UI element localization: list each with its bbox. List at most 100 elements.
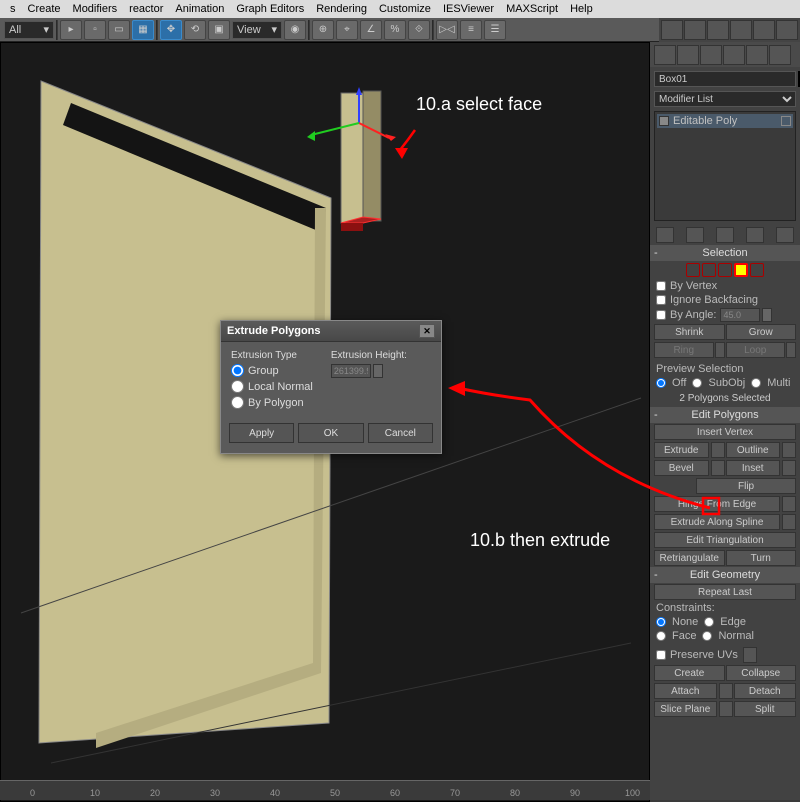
bevel-settings-icon[interactable] — [711, 460, 725, 476]
constraint-normal-radio[interactable] — [702, 631, 712, 641]
slice-settings-icon[interactable] — [719, 701, 733, 717]
ring-spinner-icon[interactable] — [715, 342, 725, 358]
menu-item[interactable]: Create — [22, 0, 67, 18]
shrink-button[interactable]: Shrink — [654, 324, 725, 340]
close-icon[interactable]: ✕ — [419, 324, 435, 338]
spinner-arrows-icon[interactable] — [762, 308, 772, 322]
constraint-none-radio[interactable] — [656, 617, 666, 627]
rotate-tool-icon[interactable]: ⟲ — [184, 20, 206, 40]
percent-snap-icon[interactable]: % — [384, 20, 406, 40]
ignore-backfacing-check[interactable] — [656, 295, 666, 305]
inset-button[interactable]: Inset — [726, 460, 781, 476]
attach-button[interactable]: Attach — [654, 683, 717, 699]
outline-settings-icon[interactable] — [782, 442, 796, 458]
collapse-button[interactable]: Collapse — [726, 665, 797, 681]
manipulate-icon[interactable]: ⊕ — [312, 20, 334, 40]
pin-stack-icon[interactable] — [656, 227, 674, 243]
motion-tab-icon[interactable] — [730, 20, 752, 40]
group-radio[interactable] — [231, 364, 244, 377]
inset-settings-icon[interactable] — [782, 460, 796, 476]
apply-button[interactable]: Apply — [229, 423, 294, 443]
mirror-icon[interactable]: ▷◁ — [436, 20, 458, 40]
select-window-icon[interactable]: ▭ — [108, 20, 130, 40]
bevel-button[interactable]: Bevel — [654, 460, 709, 476]
menu-item[interactable]: Rendering — [310, 0, 373, 18]
cancel-button[interactable]: Cancel — [368, 423, 433, 443]
edit-tri-button[interactable]: Edit Triangulation — [654, 532, 796, 548]
modifier-item[interactable]: Editable Poly — [657, 114, 793, 128]
preview-multi-radio[interactable] — [751, 378, 761, 388]
scale-tool-icon[interactable]: ▣ — [208, 20, 230, 40]
select-tool-icon[interactable]: ▸ — [60, 20, 82, 40]
angle-snap-icon[interactable]: ∠ — [360, 20, 382, 40]
grow-button[interactable]: Grow — [726, 324, 797, 340]
hinge-settings-icon[interactable] — [782, 496, 796, 512]
vertex-mode-icon[interactable] — [686, 263, 700, 277]
utilities-tab-icon[interactable] — [776, 20, 798, 40]
panel-icon[interactable] — [723, 45, 745, 65]
modify-tab-icon[interactable] — [684, 20, 706, 40]
preserve-uv-settings-icon[interactable] — [743, 647, 757, 663]
configure-icon[interactable] — [776, 227, 794, 243]
dialog-titlebar[interactable]: Extrude Polygons ✕ — [221, 321, 441, 342]
panel-icon[interactable] — [700, 45, 722, 65]
hierarchy-tab-icon[interactable] — [707, 20, 729, 40]
constraint-face-radio[interactable] — [656, 631, 666, 641]
preview-off-radio[interactable] — [656, 378, 666, 388]
spinner-snap-icon[interactable]: ⟐ — [408, 20, 430, 40]
insert-vertex-button[interactable]: Insert Vertex — [654, 424, 796, 440]
edge-mode-icon[interactable] — [702, 263, 716, 277]
move-tool-icon[interactable]: ✥ — [160, 20, 182, 40]
menu-item[interactable]: Modifiers — [67, 0, 124, 18]
menu-item[interactable]: IESViewer — [437, 0, 500, 18]
border-mode-icon[interactable] — [718, 263, 732, 277]
constraint-edge-radio[interactable] — [704, 617, 714, 627]
turn-button[interactable]: Turn — [726, 550, 797, 566]
selection-set-dropdown[interactable]: All▾ — [4, 21, 54, 39]
create-tab-icon[interactable] — [661, 20, 683, 40]
by-polygon-radio[interactable] — [231, 396, 244, 409]
modifier-stack[interactable]: Editable Poly — [654, 111, 796, 221]
extrusion-height-field[interactable] — [331, 364, 371, 378]
edit-polygons-header[interactable]: -Edit Polygons — [650, 407, 800, 423]
modifier-list-dropdown[interactable]: Modifier List — [654, 91, 796, 107]
ok-button[interactable]: OK — [298, 423, 363, 443]
create-button[interactable]: Create — [654, 665, 725, 681]
spinner-arrows-icon[interactable] — [373, 364, 383, 378]
menu-item[interactable]: Customize — [373, 0, 437, 18]
by-vertex-check[interactable] — [656, 281, 666, 291]
selection-rollout-header[interactable]: -Selection — [650, 245, 800, 261]
remove-mod-icon[interactable] — [746, 227, 764, 243]
slice-plane-button[interactable]: Slice Plane — [654, 701, 717, 717]
preview-subobj-radio[interactable] — [692, 378, 702, 388]
hinge-button[interactable]: Hinge From Edge — [654, 496, 780, 512]
detach-button[interactable]: Detach — [734, 683, 797, 699]
ref-coord-dropdown[interactable]: View▾ — [232, 21, 282, 39]
extrude-button[interactable]: Extrude — [654, 442, 709, 458]
local-normal-radio[interactable] — [231, 380, 244, 393]
element-mode-icon[interactable] — [750, 263, 764, 277]
unique-icon[interactable] — [716, 227, 734, 243]
select-crossing-icon[interactable]: ▦ — [132, 20, 154, 40]
pin-icon[interactable] — [781, 116, 791, 126]
show-end-icon[interactable] — [686, 227, 704, 243]
display-tab-icon[interactable] — [753, 20, 775, 40]
menu-item[interactable]: Animation — [169, 0, 230, 18]
bulb-icon[interactable] — [659, 116, 669, 126]
preserve-uv-check[interactable] — [656, 650, 666, 660]
time-slider[interactable]: 0 10 20 30 40 50 60 70 80 90 100 — [0, 780, 650, 800]
extrude-settings-icon[interactable] — [711, 442, 725, 458]
loop-spinner-icon[interactable] — [786, 342, 796, 358]
menu-item[interactable]: Graph Editors — [230, 0, 310, 18]
pivot-icon[interactable]: ◉ — [284, 20, 306, 40]
menu-item[interactable]: Help — [564, 0, 599, 18]
panel-icon[interactable] — [769, 45, 791, 65]
polygon-mode-icon[interactable] — [734, 263, 748, 277]
menu-item[interactable]: reactor — [123, 0, 169, 18]
menu-item[interactable]: MAXScript — [500, 0, 564, 18]
layers-icon[interactable]: ☰ — [484, 20, 506, 40]
edit-geometry-header[interactable]: -Edit Geometry — [650, 567, 800, 583]
extrude-spline-button[interactable]: Extrude Along Spline — [654, 514, 780, 530]
align-icon[interactable]: ≡ — [460, 20, 482, 40]
outline-button[interactable]: Outline — [726, 442, 781, 458]
